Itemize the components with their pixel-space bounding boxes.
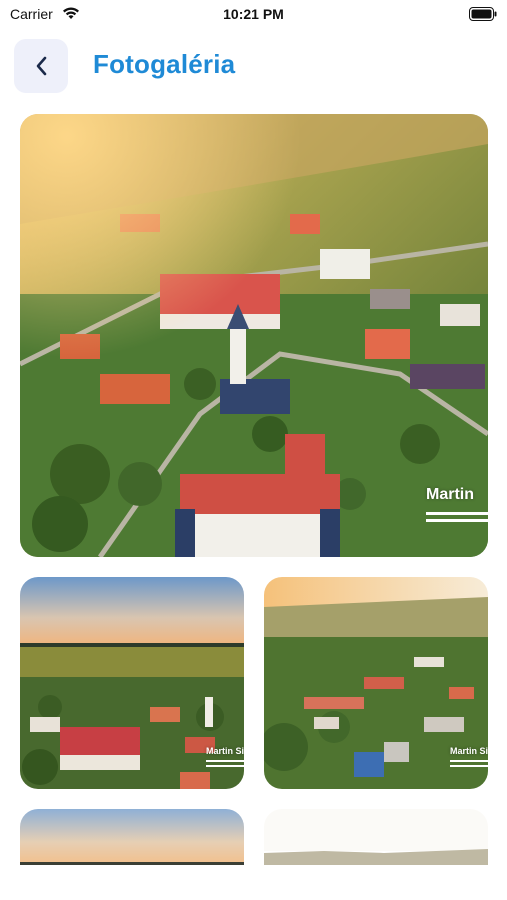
clock: 10:21 PM bbox=[223, 6, 284, 22]
gallery-photo-3[interactable]: Martin Si bbox=[264, 577, 488, 789]
village-sunset-image bbox=[20, 577, 244, 789]
hazy-landscape-image bbox=[264, 809, 488, 900]
aerial-village-image bbox=[20, 114, 488, 557]
evening-sky-image bbox=[20, 809, 244, 900]
gallery-photo-2[interactable]: Martin Si bbox=[20, 577, 244, 789]
watermark-lines bbox=[426, 512, 488, 526]
battery-icon bbox=[469, 7, 497, 21]
gallery-photo-4[interactable] bbox=[20, 809, 244, 900]
photo-watermark: Martin bbox=[426, 486, 474, 503]
chevron-left-icon bbox=[36, 56, 47, 76]
gallery-photo-1[interactable]: Martin bbox=[20, 114, 488, 557]
watermark-lines bbox=[450, 760, 488, 771]
back-button[interactable] bbox=[14, 39, 68, 93]
status-bar: Carrier 10:21 PM bbox=[0, 0, 507, 30]
photo-watermark: Martin Si bbox=[206, 746, 244, 756]
gallery-photo-5[interactable] bbox=[264, 809, 488, 900]
photo-watermark: Martin Si bbox=[450, 746, 488, 756]
watermark-lines bbox=[206, 760, 244, 771]
village-hills-image bbox=[264, 577, 488, 789]
page-title: Fotogaléria bbox=[93, 49, 236, 79]
